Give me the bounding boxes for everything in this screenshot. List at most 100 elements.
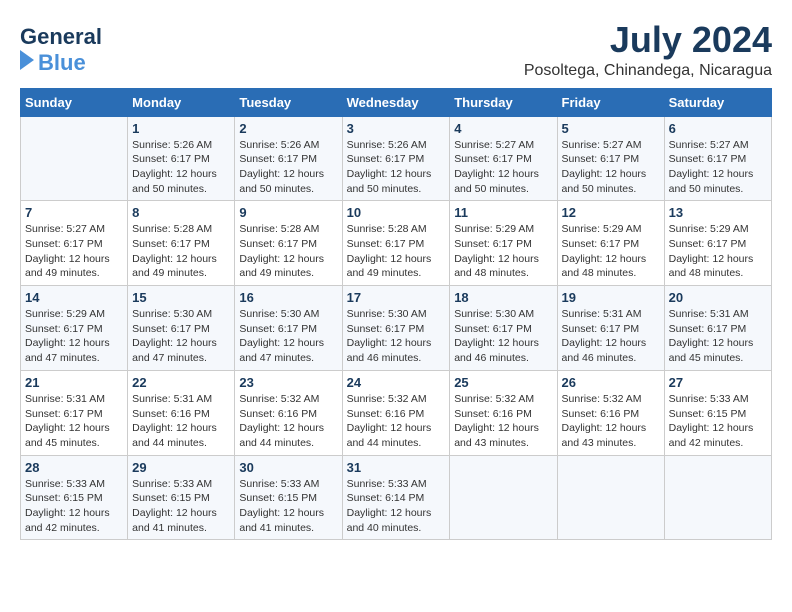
week-row-2: 7 Sunrise: 5:27 AM Sunset: 6:17 PM Daylig… xyxy=(21,201,772,286)
day-cell: 25 Sunrise: 5:32 AM Sunset: 6:16 PM Dayli… xyxy=(450,370,557,455)
day-info: Sunrise: 5:30 AM Sunset: 6:17 PM Dayligh… xyxy=(132,307,230,366)
month-year: July 2024 xyxy=(524,20,772,60)
day-cell: 27 Sunrise: 5:33 AM Sunset: 6:15 PM Dayli… xyxy=(664,370,771,455)
day-cell: 1 Sunrise: 5:26 AM Sunset: 6:17 PM Daylig… xyxy=(128,116,235,201)
day-number: 7 xyxy=(25,205,123,220)
day-info: Sunrise: 5:31 AM Sunset: 6:17 PM Dayligh… xyxy=(562,307,660,366)
day-info: Sunrise: 5:32 AM Sunset: 6:16 PM Dayligh… xyxy=(347,392,446,451)
day-info: Sunrise: 5:32 AM Sunset: 6:16 PM Dayligh… xyxy=(239,392,337,451)
day-info: Sunrise: 5:27 AM Sunset: 6:17 PM Dayligh… xyxy=(669,138,767,197)
day-info: Sunrise: 5:27 AM Sunset: 6:17 PM Dayligh… xyxy=(562,138,660,197)
day-cell xyxy=(557,455,664,540)
svg-text:General: General xyxy=(20,24,102,49)
day-cell: 29 Sunrise: 5:33 AM Sunset: 6:15 PM Dayli… xyxy=(128,455,235,540)
location: Posoltega, Chinandega, Nicaragua xyxy=(524,62,772,80)
day-cell: 18 Sunrise: 5:30 AM Sunset: 6:17 PM Dayli… xyxy=(450,286,557,371)
day-cell: 11Sunrise: 5:29 AM Sunset: 6:17 PM Dayli… xyxy=(450,201,557,286)
day-number: 28 xyxy=(25,460,123,475)
day-number: 1 xyxy=(132,121,230,136)
day-info: Sunrise: 5:29 AM Sunset: 6:17 PM Dayligh… xyxy=(25,307,123,366)
day-cell: 28 Sunrise: 5:33 AM Sunset: 6:15 PM Dayli… xyxy=(21,455,128,540)
day-number: 21 xyxy=(25,375,123,390)
day-number: 8 xyxy=(132,205,230,220)
week-row-4: 21Sunrise: 5:31 AM Sunset: 6:17 PM Dayli… xyxy=(21,370,772,455)
calendar-table: SundayMondayTuesdayWednesdayThursdayFrid… xyxy=(20,88,772,541)
day-number: 29 xyxy=(132,460,230,475)
day-info: Sunrise: 5:27 AM Sunset: 6:17 PM Dayligh… xyxy=(454,138,552,197)
week-row-5: 28 Sunrise: 5:33 AM Sunset: 6:15 PM Dayli… xyxy=(21,455,772,540)
day-number: 19 xyxy=(562,290,660,305)
day-cell: 12 Sunrise: 5:29 AM Sunset: 6:17 PM Dayli… xyxy=(557,201,664,286)
day-cell: 9Sunrise: 5:28 AM Sunset: 6:17 PM Daylig… xyxy=(235,201,342,286)
day-info: Sunrise: 5:30 AM Sunset: 6:17 PM Dayligh… xyxy=(347,307,446,366)
day-info: Sunrise: 5:26 AM Sunset: 6:17 PM Dayligh… xyxy=(239,138,337,197)
day-number: 17 xyxy=(347,290,446,305)
day-cell xyxy=(21,116,128,201)
col-header-monday: Monday xyxy=(128,88,235,116)
day-cell: 21Sunrise: 5:31 AM Sunset: 6:17 PM Dayli… xyxy=(21,370,128,455)
day-cell: 8 Sunrise: 5:28 AM Sunset: 6:17 PM Daylig… xyxy=(128,201,235,286)
day-number: 22 xyxy=(132,375,230,390)
col-header-friday: Friday xyxy=(557,88,664,116)
col-header-tuesday: Tuesday xyxy=(235,88,342,116)
day-number: 5 xyxy=(562,121,660,136)
day-cell: 3Sunrise: 5:26 AM Sunset: 6:17 PM Daylig… xyxy=(342,116,450,201)
day-number: 10 xyxy=(347,205,446,220)
header-row: SundayMondayTuesdayWednesdayThursdayFrid… xyxy=(21,88,772,116)
day-info: Sunrise: 5:33 AM Sunset: 6:14 PM Dayligh… xyxy=(347,477,446,536)
day-info: Sunrise: 5:28 AM Sunset: 6:17 PM Dayligh… xyxy=(132,222,230,281)
logo-text: General Blue xyxy=(20,20,150,79)
day-info: Sunrise: 5:33 AM Sunset: 6:15 PM Dayligh… xyxy=(669,392,767,451)
day-cell: 7 Sunrise: 5:27 AM Sunset: 6:17 PM Daylig… xyxy=(21,201,128,286)
day-cell: 26Sunrise: 5:32 AM Sunset: 6:16 PM Dayli… xyxy=(557,370,664,455)
day-cell: 14 Sunrise: 5:29 AM Sunset: 6:17 PM Dayli… xyxy=(21,286,128,371)
day-info: Sunrise: 5:29 AM Sunset: 6:17 PM Dayligh… xyxy=(454,222,552,281)
day-info: Sunrise: 5:32 AM Sunset: 6:16 PM Dayligh… xyxy=(562,392,660,451)
day-info: Sunrise: 5:33 AM Sunset: 6:15 PM Dayligh… xyxy=(25,477,123,536)
day-number: 27 xyxy=(669,375,767,390)
week-row-3: 14 Sunrise: 5:29 AM Sunset: 6:17 PM Dayli… xyxy=(21,286,772,371)
day-number: 3 xyxy=(347,121,446,136)
day-cell: 13Sunrise: 5:29 AM Sunset: 6:17 PM Dayli… xyxy=(664,201,771,286)
day-cell: 5 Sunrise: 5:27 AM Sunset: 6:17 PM Daylig… xyxy=(557,116,664,201)
day-number: 25 xyxy=(454,375,552,390)
svg-text:Blue: Blue xyxy=(38,50,86,75)
day-info: Sunrise: 5:33 AM Sunset: 6:15 PM Dayligh… xyxy=(132,477,230,536)
day-cell: 30Sunrise: 5:33 AM Sunset: 6:15 PM Dayli… xyxy=(235,455,342,540)
day-number: 2 xyxy=(239,121,337,136)
day-cell: 16Sunrise: 5:30 AM Sunset: 6:17 PM Dayli… xyxy=(235,286,342,371)
day-cell: 6Sunrise: 5:27 AM Sunset: 6:17 PM Daylig… xyxy=(664,116,771,201)
day-info: Sunrise: 5:30 AM Sunset: 6:17 PM Dayligh… xyxy=(239,307,337,366)
day-info: Sunrise: 5:26 AM Sunset: 6:17 PM Dayligh… xyxy=(132,138,230,197)
day-info: Sunrise: 5:27 AM Sunset: 6:17 PM Dayligh… xyxy=(25,222,123,281)
day-number: 31 xyxy=(347,460,446,475)
day-cell: 15 Sunrise: 5:30 AM Sunset: 6:17 PM Dayli… xyxy=(128,286,235,371)
day-number: 4 xyxy=(454,121,552,136)
day-cell: 23Sunrise: 5:32 AM Sunset: 6:16 PM Dayli… xyxy=(235,370,342,455)
col-header-sunday: Sunday xyxy=(21,88,128,116)
day-info: Sunrise: 5:29 AM Sunset: 6:17 PM Dayligh… xyxy=(562,222,660,281)
day-cell: 2 Sunrise: 5:26 AM Sunset: 6:17 PM Daylig… xyxy=(235,116,342,201)
day-info: Sunrise: 5:30 AM Sunset: 6:17 PM Dayligh… xyxy=(454,307,552,366)
day-info: Sunrise: 5:28 AM Sunset: 6:17 PM Dayligh… xyxy=(239,222,337,281)
col-header-saturday: Saturday xyxy=(664,88,771,116)
day-cell: 22 Sunrise: 5:31 AM Sunset: 6:16 PM Dayli… xyxy=(128,370,235,455)
day-cell: 10 Sunrise: 5:28 AM Sunset: 6:17 PM Dayli… xyxy=(342,201,450,286)
day-number: 30 xyxy=(239,460,337,475)
day-number: 20 xyxy=(669,290,767,305)
day-cell: 17 Sunrise: 5:30 AM Sunset: 6:17 PM Dayli… xyxy=(342,286,450,371)
title-block: July 2024 Posoltega, Chinandega, Nicarag… xyxy=(524,20,772,80)
day-cell: 19 Sunrise: 5:31 AM Sunset: 6:17 PM Dayli… xyxy=(557,286,664,371)
day-info: Sunrise: 5:29 AM Sunset: 6:17 PM Dayligh… xyxy=(669,222,767,281)
day-cell: 31 Sunrise: 5:33 AM Sunset: 6:14 PM Dayli… xyxy=(342,455,450,540)
col-header-thursday: Thursday xyxy=(450,88,557,116)
day-info: Sunrise: 5:28 AM Sunset: 6:17 PM Dayligh… xyxy=(347,222,446,281)
day-number: 14 xyxy=(25,290,123,305)
day-cell: 4 Sunrise: 5:27 AM Sunset: 6:17 PM Daylig… xyxy=(450,116,557,201)
day-number: 12 xyxy=(562,205,660,220)
day-number: 15 xyxy=(132,290,230,305)
day-number: 18 xyxy=(454,290,552,305)
day-info: Sunrise: 5:31 AM Sunset: 6:17 PM Dayligh… xyxy=(669,307,767,366)
day-info: Sunrise: 5:31 AM Sunset: 6:16 PM Dayligh… xyxy=(132,392,230,451)
day-info: Sunrise: 5:32 AM Sunset: 6:16 PM Dayligh… xyxy=(454,392,552,451)
